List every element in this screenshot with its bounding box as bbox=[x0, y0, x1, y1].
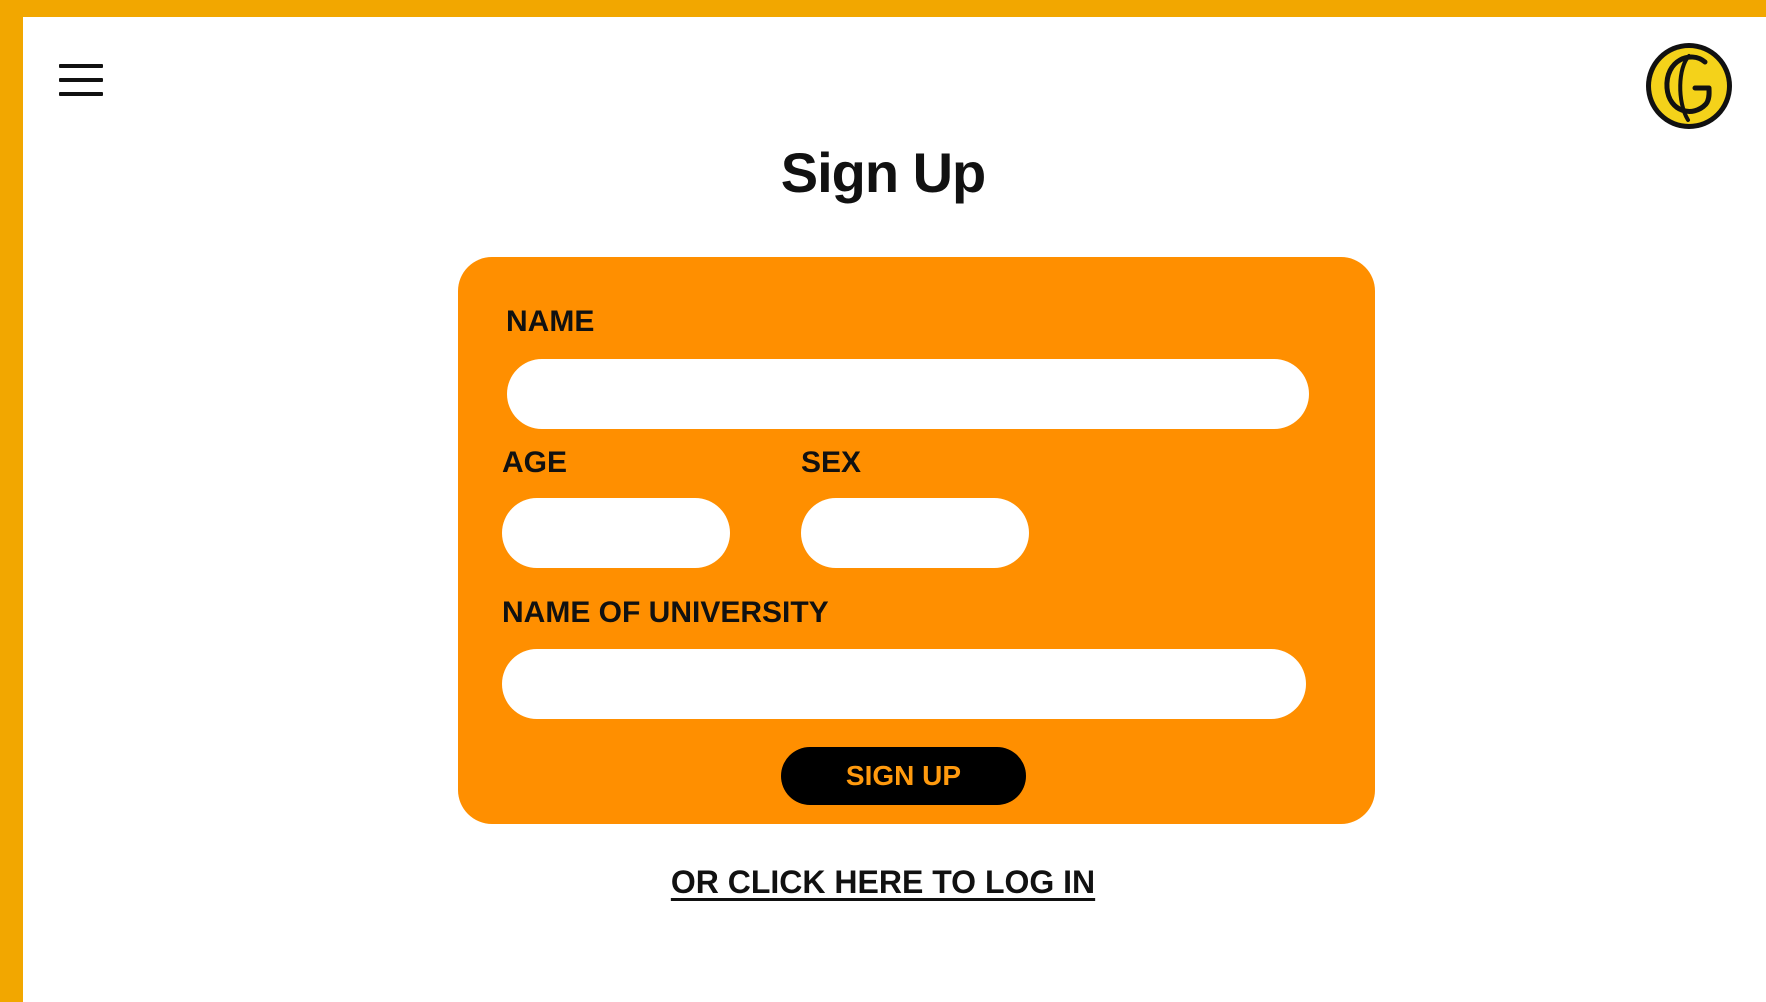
hamburger-menu-icon-line bbox=[59, 92, 103, 96]
page-title: Sign Up bbox=[780, 141, 987, 204]
name-input[interactable] bbox=[507, 359, 1309, 429]
name-label: NAME bbox=[506, 305, 595, 338]
sex-input[interactable] bbox=[801, 498, 1029, 568]
university-input[interactable] bbox=[502, 649, 1306, 719]
sex-label: SEX bbox=[801, 446, 862, 479]
university-label: NAME OF UNIVERSITY bbox=[502, 596, 829, 629]
hamburger-menu-icon bbox=[59, 64, 103, 68]
signup-form-card: NAME AGE SEX NAME OF UNIVERSITY SIGN UP bbox=[458, 257, 1375, 824]
login-link[interactable]: OR CLICK HERE TO LOG IN bbox=[0, 864, 1766, 901]
sign-up-button[interactable]: SIGN UP bbox=[781, 747, 1026, 805]
age-label: AGE bbox=[502, 446, 568, 479]
menu-button[interactable] bbox=[56, 61, 104, 99]
hamburger-menu-icon-line bbox=[59, 78, 103, 82]
age-input[interactable] bbox=[502, 498, 730, 568]
g-logo-icon[interactable] bbox=[1643, 40, 1735, 132]
